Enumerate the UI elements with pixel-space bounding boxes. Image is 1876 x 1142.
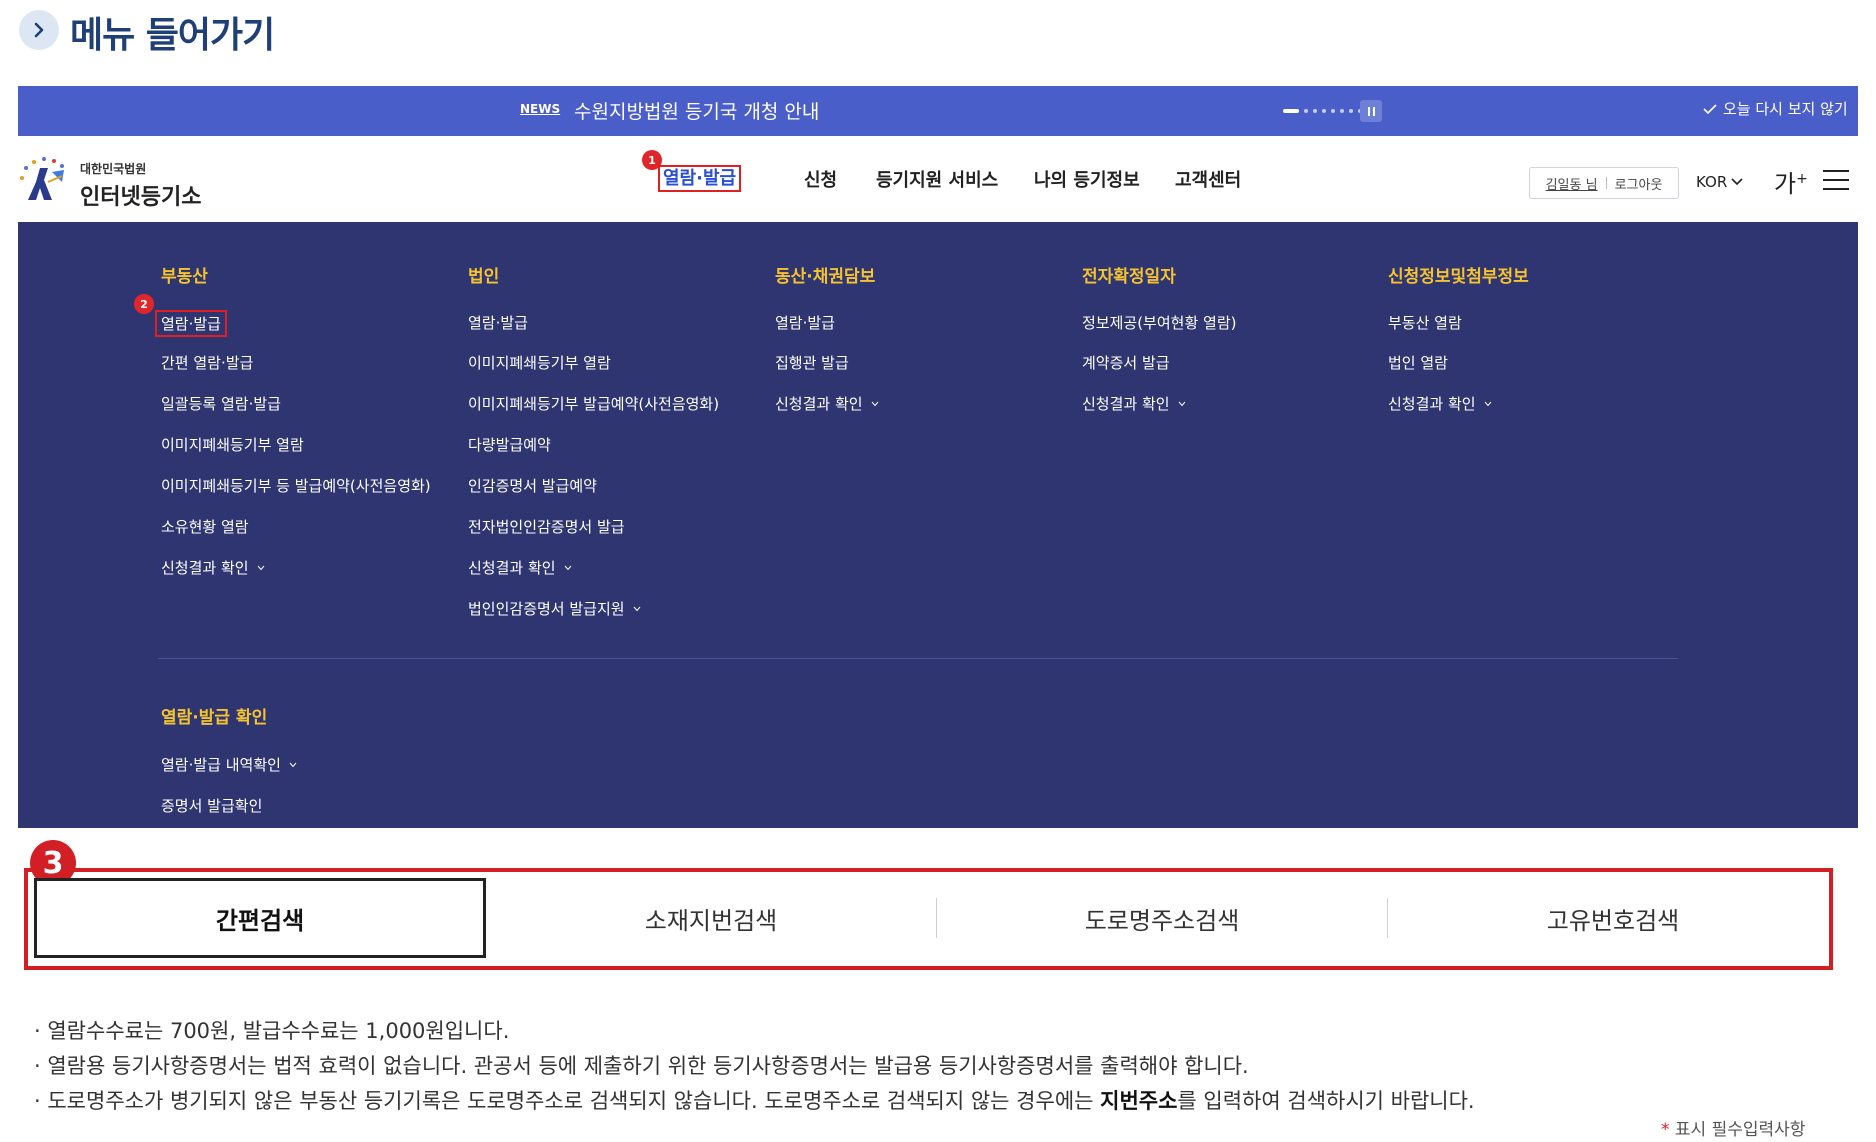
menu-item[interactable]: 법인 열람: [1388, 352, 1448, 373]
required-field-note: * 표시 필수입력사항: [1661, 1120, 1806, 1140]
menu-item[interactable]: 전자법인인감증명서 발급: [468, 516, 625, 537]
language-label: KOR: [1696, 173, 1728, 191]
tab-unique-number-search[interactable]: 고유번호검색: [1388, 878, 1838, 958]
menu-heading-movable-collateral[interactable]: 동산·채권담보: [775, 262, 875, 287]
chevron-down-icon: [1178, 401, 1185, 406]
news-pagination[interactable]: [1283, 108, 1362, 114]
notice-line: · 도로명주소가 병기되지 않은 부동산 등기기록은 도로명주소로 검색되지 않…: [34, 1089, 1475, 1113]
chevron-down-icon: [564, 565, 571, 570]
dismiss-today-button[interactable]: 오늘 다시 보지 않기: [1703, 98, 1848, 119]
menu-item-expandable[interactable]: 법인인감증명서 발급지원: [468, 598, 641, 619]
site-header: 대한민국법원 인터넷등기소 1 열람·발급 신청 등기지원 서비스 나의 등기정…: [18, 136, 1858, 222]
hamburger-menu-icon[interactable]: [1823, 170, 1849, 190]
logo-subtitle: 대한민국법원: [80, 162, 147, 176]
menu-item-expandable[interactable]: 신청결과 확인: [1388, 393, 1492, 414]
required-star-icon: *: [1661, 1120, 1670, 1140]
language-select[interactable]: KOR: [1696, 173, 1743, 191]
news-bar: NEWS 수원지방법원 등기국 개청 안내 오늘 다시 보지 않기: [18, 86, 1858, 136]
menu-item[interactable]: 이미지폐쇄등기부 열람: [161, 434, 304, 455]
news-tag: NEWS: [520, 102, 561, 116]
menu-item[interactable]: 계약증서 발급: [1082, 352, 1170, 373]
tab-lot-number-search[interactable]: 소재지번검색: [486, 878, 936, 958]
plus-icon: +: [1796, 171, 1808, 187]
menu-item-expandable[interactable]: 신청결과 확인: [775, 393, 879, 414]
chevron-down-icon: [1484, 401, 1491, 406]
user-name-link[interactable]: 김일동 님: [1546, 174, 1598, 193]
gnb-item-customer-center[interactable]: 고객센터: [1175, 166, 1241, 192]
menu-heading-realestate[interactable]: 부동산: [161, 262, 208, 287]
user-box: 김일동 님 로그아웃: [1529, 167, 1679, 199]
menu-item[interactable]: 이미지폐쇄등기부 열람: [468, 352, 611, 373]
menu-item[interactable]: 열람·발급: [155, 310, 227, 337]
menu-item[interactable]: 소유현황 열람: [161, 516, 249, 537]
court-logo[interactable]: 대한민국법원 인터넷등기소: [18, 150, 208, 210]
logo-emblem-icon: [20, 157, 64, 200]
news-headline-link[interactable]: 수원지방법원 등기국 개청 안내: [574, 97, 819, 124]
menu-item-expandable[interactable]: 신청결과 확인: [1082, 393, 1186, 414]
gnb-item-my-info[interactable]: 나의 등기정보: [1034, 166, 1140, 192]
menu-item[interactable]: 다량발급예약: [468, 434, 551, 455]
menu-divider: [158, 658, 1678, 659]
menu-item-expandable[interactable]: 신청결과 확인: [161, 557, 265, 578]
gnb-item-support[interactable]: 등기지원 서비스: [876, 166, 998, 192]
notice-line: · 열람수수료는 700원, 발급수수료는 1,000원입니다.: [34, 1019, 510, 1043]
step-marker-2: 2: [134, 294, 154, 314]
pause-icon[interactable]: [1360, 100, 1382, 122]
news-page-dot[interactable]: [1322, 109, 1326, 113]
gnb-item-view-issue[interactable]: 열람·발급: [658, 164, 742, 192]
menu-item[interactable]: 이미지폐쇄등기부 발급예약(사전음영화): [468, 393, 719, 414]
mega-menu: 부동산 2 열람·발급 간편 열람·발급 일괄등록 열람·발급 이미지폐쇄등기부…: [18, 222, 1858, 828]
gnb-item-apply[interactable]: 신청: [804, 166, 837, 192]
section-title: 메뉴 들어가기: [70, 15, 275, 56]
menu-heading-corporation[interactable]: 법인: [468, 262, 499, 287]
gnb-label: 열람·발급: [658, 165, 742, 192]
menu-item[interactable]: 열람·발급: [775, 312, 835, 333]
news-page-dot[interactable]: [1349, 109, 1353, 113]
logout-button[interactable]: 로그아웃: [1615, 174, 1663, 193]
dismiss-today-label: 오늘 다시 보지 않기: [1723, 100, 1848, 118]
tab-road-address-search[interactable]: 도로명주소검색: [937, 878, 1387, 958]
title-bullet-icon: [19, 10, 59, 50]
logo-title: 인터넷등기소: [80, 185, 202, 210]
menu-item-expandable[interactable]: 신청결과 확인: [468, 557, 572, 578]
menu-item[interactable]: 일괄등록 열람·발급: [161, 393, 281, 414]
news-page-dot[interactable]: [1331, 109, 1335, 113]
check-icon: [1703, 103, 1717, 114]
font-size-button[interactable]: 가+: [1774, 164, 1808, 199]
menu-item[interactable]: 간편 열람·발급: [161, 352, 253, 373]
chevron-down-icon: [633, 606, 640, 611]
menu-heading-e-fixed-date[interactable]: 전자확정일자: [1082, 262, 1176, 287]
menu-item[interactable]: 집행관 발급: [775, 352, 849, 373]
tab-simple-search[interactable]: 간편검색: [34, 878, 486, 958]
menu-item[interactable]: 부동산 열람: [1388, 312, 1462, 333]
menu-item[interactable]: 열람·발급: [468, 312, 528, 333]
menu-heading-verify[interactable]: 열람·발급 확인: [161, 703, 267, 728]
menu-item[interactable]: 정보제공(부여현황 열람): [1082, 312, 1236, 333]
menu-item[interactable]: 증명서 발급확인: [161, 795, 262, 816]
menu-heading-application-info[interactable]: 신청정보및첨부정보: [1388, 262, 1529, 287]
menu-item[interactable]: 인감증명서 발급예약: [468, 475, 597, 496]
news-page-current[interactable]: [1283, 109, 1299, 113]
news-page-dot[interactable]: [1340, 109, 1344, 113]
chevron-down-icon: [1731, 178, 1743, 186]
chevron-down-icon: [257, 565, 264, 570]
chevron-down-icon: [289, 762, 297, 767]
notice-line: · 열람용 등기사항증명서는 법적 효력이 없습니다. 관공서 등에 제출하기 …: [34, 1054, 1249, 1078]
chevron-down-icon: [871, 401, 878, 406]
menu-item[interactable]: 이미지폐쇄등기부 등 발급예약(사전음영화): [161, 475, 431, 496]
news-page-dot[interactable]: [1313, 109, 1317, 113]
news-page-dot[interactable]: [1304, 109, 1308, 113]
menu-item-expandable[interactable]: 열람·발급 내역확인: [161, 754, 297, 775]
